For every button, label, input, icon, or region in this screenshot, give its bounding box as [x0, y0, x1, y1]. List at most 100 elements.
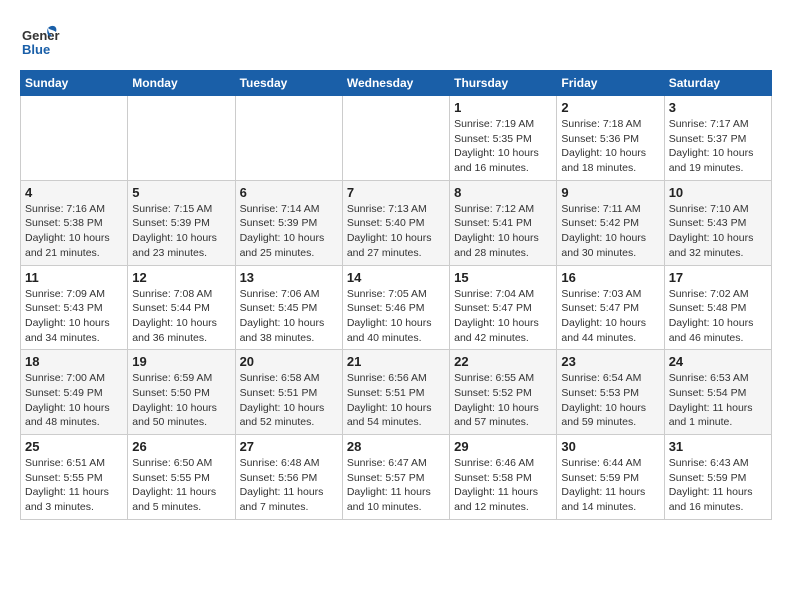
day-number: 1 [454, 100, 552, 115]
day-info: Sunrise: 6:50 AM Sunset: 5:55 PM Dayligh… [132, 456, 230, 515]
week-row-1: 1 Sunrise: 7:19 AM Sunset: 5:35 PM Daylig… [21, 96, 772, 181]
day-info: Sunrise: 6:53 AM Sunset: 5:54 PM Dayligh… [669, 371, 767, 430]
day-cell: 8 Sunrise: 7:12 AM Sunset: 5:41 PM Daylig… [450, 180, 557, 265]
day-number: 9 [561, 185, 659, 200]
day-cell: 22Sunrise: 6:55 AM Sunset: 5:52 PM Dayli… [450, 350, 557, 435]
day-cell: 10 Sunrise: 7:10 AM Sunset: 5:43 PM Dayli… [664, 180, 771, 265]
day-cell: 18 Sunrise: 7:00 AM Sunset: 5:49 PM Dayli… [21, 350, 128, 435]
day-info: Sunrise: 7:10 AM Sunset: 5:43 PM Dayligh… [669, 202, 767, 261]
logo-icon: General Blue [20, 20, 60, 60]
day-cell: 11 Sunrise: 7:09 AM Sunset: 5:43 PM Dayli… [21, 265, 128, 350]
day-info: Sunrise: 6:47 AM Sunset: 5:57 PM Dayligh… [347, 456, 445, 515]
day-number: 21 [347, 354, 445, 369]
day-number: 20 [240, 354, 338, 369]
day-info: Sunrise: 7:17 AM Sunset: 5:37 PM Dayligh… [669, 117, 767, 176]
weekday-header-thursday: Thursday [450, 71, 557, 96]
day-cell: 17 Sunrise: 7:02 AM Sunset: 5:48 PM Dayli… [664, 265, 771, 350]
day-number: 19 [132, 354, 230, 369]
day-cell: 1 Sunrise: 7:19 AM Sunset: 5:35 PM Daylig… [450, 96, 557, 181]
day-number: 12 [132, 270, 230, 285]
day-cell: 5 Sunrise: 7:15 AM Sunset: 5:39 PM Daylig… [128, 180, 235, 265]
weekday-header-tuesday: Tuesday [235, 71, 342, 96]
day-cell: 19Sunrise: 6:59 AM Sunset: 5:50 PM Dayli… [128, 350, 235, 435]
day-number: 25 [25, 439, 123, 454]
day-info: Sunrise: 6:44 AM Sunset: 5:59 PM Dayligh… [561, 456, 659, 515]
day-number: 15 [454, 270, 552, 285]
day-info: Sunrise: 7:03 AM Sunset: 5:47 PM Dayligh… [561, 287, 659, 346]
day-info: Sunrise: 7:02 AM Sunset: 5:48 PM Dayligh… [669, 287, 767, 346]
day-cell: 9 Sunrise: 7:11 AM Sunset: 5:42 PM Daylig… [557, 180, 664, 265]
day-number: 13 [240, 270, 338, 285]
day-cell: 15 Sunrise: 7:04 AM Sunset: 5:47 PM Dayli… [450, 265, 557, 350]
day-number: 17 [669, 270, 767, 285]
day-cell: 4Sunrise: 7:16 AM Sunset: 5:38 PM Daylig… [21, 180, 128, 265]
day-cell: 12 Sunrise: 7:08 AM Sunset: 5:44 PM Dayli… [128, 265, 235, 350]
day-number: 18 [25, 354, 123, 369]
day-number: 5 [132, 185, 230, 200]
day-info: Sunrise: 6:43 AM Sunset: 5:59 PM Dayligh… [669, 456, 767, 515]
day-number: 4 [25, 185, 123, 200]
day-number: 11 [25, 270, 123, 285]
day-info: Sunrise: 6:51 AM Sunset: 5:55 PM Dayligh… [25, 456, 123, 515]
day-cell [342, 96, 449, 181]
weekday-header-wednesday: Wednesday [342, 71, 449, 96]
day-info: Sunrise: 7:14 AM Sunset: 5:39 PM Dayligh… [240, 202, 338, 261]
day-cell: 28 Sunrise: 6:47 AM Sunset: 5:57 PM Dayli… [342, 435, 449, 520]
day-info: Sunrise: 7:05 AM Sunset: 5:46 PM Dayligh… [347, 287, 445, 346]
weekday-header-friday: Friday [557, 71, 664, 96]
day-cell: 20 Sunrise: 6:58 AM Sunset: 5:51 PM Dayli… [235, 350, 342, 435]
day-info: Sunrise: 7:18 AM Sunset: 5:36 PM Dayligh… [561, 117, 659, 176]
day-number: 27 [240, 439, 338, 454]
day-info: Sunrise: 7:00 AM Sunset: 5:49 PM Dayligh… [25, 371, 123, 430]
weekday-header-monday: Monday [128, 71, 235, 96]
day-number: 14 [347, 270, 445, 285]
day-info: Sunrise: 7:15 AM Sunset: 5:39 PM Dayligh… [132, 202, 230, 261]
day-cell: 23Sunrise: 6:54 AM Sunset: 5:53 PM Dayli… [557, 350, 664, 435]
day-number: 7 [347, 185, 445, 200]
day-info: Sunrise: 7:19 AM Sunset: 5:35 PM Dayligh… [454, 117, 552, 176]
day-cell [21, 96, 128, 181]
day-info: Sunrise: 7:06 AM Sunset: 5:45 PM Dayligh… [240, 287, 338, 346]
day-number: 26 [132, 439, 230, 454]
week-row-4: 18 Sunrise: 7:00 AM Sunset: 5:49 PM Dayli… [21, 350, 772, 435]
logo: General Blue [20, 20, 64, 60]
day-info: Sunrise: 7:04 AM Sunset: 5:47 PM Dayligh… [454, 287, 552, 346]
day-number: 28 [347, 439, 445, 454]
day-number: 10 [669, 185, 767, 200]
day-cell: 21 Sunrise: 6:56 AM Sunset: 5:51 PM Dayli… [342, 350, 449, 435]
day-cell [235, 96, 342, 181]
day-cell: 13 Sunrise: 7:06 AM Sunset: 5:45 PM Dayli… [235, 265, 342, 350]
day-cell: 7Sunrise: 7:13 AM Sunset: 5:40 PM Daylig… [342, 180, 449, 265]
day-info: Sunrise: 7:09 AM Sunset: 5:43 PM Dayligh… [25, 287, 123, 346]
day-info: Sunrise: 6:58 AM Sunset: 5:51 PM Dayligh… [240, 371, 338, 430]
page-header: General Blue [20, 20, 772, 60]
day-number: 2 [561, 100, 659, 115]
day-number: 31 [669, 439, 767, 454]
day-info: Sunrise: 6:54 AM Sunset: 5:53 PM Dayligh… [561, 371, 659, 430]
day-info: Sunrise: 7:12 AM Sunset: 5:41 PM Dayligh… [454, 202, 552, 261]
day-info: Sunrise: 7:11 AM Sunset: 5:42 PM Dayligh… [561, 202, 659, 261]
day-cell: 3 Sunrise: 7:17 AM Sunset: 5:37 PM Daylig… [664, 96, 771, 181]
day-cell: 31 Sunrise: 6:43 AM Sunset: 5:59 PM Dayli… [664, 435, 771, 520]
day-number: 3 [669, 100, 767, 115]
calendar: SundayMondayTuesdayWednesdayThursdayFrid… [20, 70, 772, 520]
day-info: Sunrise: 7:08 AM Sunset: 5:44 PM Dayligh… [132, 287, 230, 346]
day-cell: 26 Sunrise: 6:50 AM Sunset: 5:55 PM Dayli… [128, 435, 235, 520]
day-cell: 2 Sunrise: 7:18 AM Sunset: 5:36 PM Daylig… [557, 96, 664, 181]
day-number: 22 [454, 354, 552, 369]
day-number: 24 [669, 354, 767, 369]
day-info: Sunrise: 6:56 AM Sunset: 5:51 PM Dayligh… [347, 371, 445, 430]
week-row-3: 11 Sunrise: 7:09 AM Sunset: 5:43 PM Dayli… [21, 265, 772, 350]
day-number: 29 [454, 439, 552, 454]
day-cell [128, 96, 235, 181]
day-number: 16 [561, 270, 659, 285]
day-cell: 25 Sunrise: 6:51 AM Sunset: 5:55 PM Dayli… [21, 435, 128, 520]
day-info: Sunrise: 6:48 AM Sunset: 5:56 PM Dayligh… [240, 456, 338, 515]
day-number: 8 [454, 185, 552, 200]
week-row-2: 4Sunrise: 7:16 AM Sunset: 5:38 PM Daylig… [21, 180, 772, 265]
week-row-5: 25 Sunrise: 6:51 AM Sunset: 5:55 PM Dayli… [21, 435, 772, 520]
day-number: 6 [240, 185, 338, 200]
day-info: Sunrise: 6:46 AM Sunset: 5:58 PM Dayligh… [454, 456, 552, 515]
day-cell: 29 Sunrise: 6:46 AM Sunset: 5:58 PM Dayli… [450, 435, 557, 520]
day-cell: 14 Sunrise: 7:05 AM Sunset: 5:46 PM Dayli… [342, 265, 449, 350]
